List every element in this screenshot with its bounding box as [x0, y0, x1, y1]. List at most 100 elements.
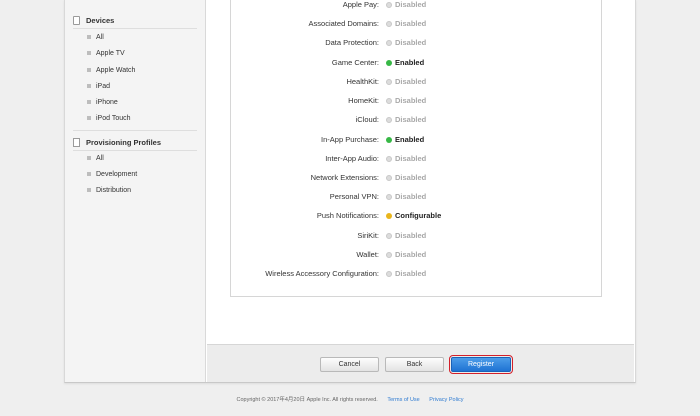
service-status: Disabled: [386, 250, 426, 259]
service-label: Data Protection:: [325, 38, 379, 47]
sidebar: Devices All Apple TV Apple Watch iPad iP…: [65, 0, 206, 382]
profiles-title: Provisioning Profiles: [86, 137, 162, 147]
service-row-data-protection: Data Protection: Disabled: [231, 38, 603, 50]
sidebar-item-label: iPod Touch: [96, 114, 131, 122]
service-label: Associated Domains:: [308, 19, 379, 28]
service-row-healthkit: HealthKit: Disabled: [231, 77, 603, 89]
service-status: Disabled: [386, 38, 426, 47]
service-row-sirikit: SiriKit: Disabled: [231, 231, 603, 243]
status-text: Disabled: [395, 154, 427, 163]
service-row-wireless-accessory-configuration: Wireless Accessory Configuration: Disabl…: [231, 269, 603, 281]
sidebar-item-label: All: [96, 33, 104, 41]
status-dot-icon: [386, 155, 392, 162]
status-text: Enabled: [395, 135, 425, 144]
service-label: Wallet:: [356, 250, 379, 259]
status-text: Disabled: [395, 38, 427, 47]
service-row-game-center: Game Center: Enabled: [231, 58, 603, 70]
sidebar-item-development[interactable]: Development: [87, 168, 137, 180]
bullet-icon: [87, 100, 91, 104]
service-status: Disabled: [386, 115, 426, 124]
sidebar-item-label: All: [96, 154, 104, 162]
privacy-policy-link[interactable]: Privacy Policy: [429, 397, 463, 403]
service-status: Enabled: [386, 58, 424, 67]
service-label: Network Extensions:: [310, 173, 379, 182]
service-status: Disabled: [386, 0, 426, 9]
service-row-in-app-purchase: In-App Purchase: Enabled: [231, 135, 603, 147]
status-dot-icon: [386, 212, 392, 219]
service-label: Inter-App Audio:: [325, 154, 379, 163]
status-text: Configurable: [395, 211, 442, 220]
cancel-button[interactable]: Cancel: [320, 357, 379, 372]
service-label: HealthKit:: [346, 77, 379, 86]
status-dot-icon: [386, 270, 392, 277]
sidebar-item-profiles-all[interactable]: All: [87, 152, 104, 164]
divider: [73, 28, 197, 29]
service-status: Disabled: [386, 154, 426, 163]
main-panel: Devices All Apple TV Apple Watch iPad iP…: [64, 0, 636, 383]
status-dot-icon: [386, 78, 392, 85]
service-label: Personal VPN:: [329, 192, 379, 201]
device-icon: [73, 15, 80, 25]
copyright-text: Copyright © 2017年4月20日 Apple Inc. All ri…: [236, 397, 378, 403]
service-label: Apple Pay:: [342, 0, 379, 9]
status-dot-icon: [386, 174, 392, 181]
service-row-wallet: Wallet: Disabled: [231, 250, 603, 262]
status-dot-icon: [386, 251, 392, 258]
status-dot-icon: [386, 59, 392, 66]
status-text: Disabled: [395, 173, 427, 182]
bullet-icon: [87, 188, 91, 192]
sidebar-item-devices-all[interactable]: All: [87, 31, 104, 43]
service-label: In-App Purchase:: [321, 135, 379, 144]
status-text: Disabled: [395, 0, 427, 9]
provisioning-profiles-section-header[interactable]: Provisioning Profiles: [73, 135, 161, 149]
sidebar-item-distribution[interactable]: Distribution: [87, 184, 131, 196]
service-status: Disabled: [386, 19, 426, 28]
bullet-icon: [87, 116, 91, 120]
service-label: SiriKit:: [357, 231, 379, 240]
sidebar-item-label: Distribution: [96, 186, 132, 194]
service-label: HomeKit:: [348, 96, 379, 105]
service-label: Wireless Accessory Configuration:: [265, 269, 379, 278]
bullet-icon: [87, 51, 91, 55]
status-text: Disabled: [395, 231, 427, 240]
service-row-homekit: HomeKit: Disabled: [231, 96, 603, 108]
service-row-push-notifications: Push Notifications: Configurable: [231, 211, 603, 223]
sidebar-item-iphone[interactable]: iPhone: [87, 96, 118, 108]
bullet-icon: [87, 68, 91, 72]
service-label: Game Center:: [331, 58, 379, 67]
status-dot-icon: [386, 193, 392, 200]
status-text: Disabled: [395, 19, 427, 28]
status-text: Disabled: [395, 77, 427, 86]
sidebar-item-label: Apple TV: [96, 49, 125, 57]
divider: [73, 130, 197, 131]
service-status: Enabled: [386, 135, 424, 144]
sidebar-item-label: iPhone: [96, 98, 118, 106]
sidebar-item-apple-tv[interactable]: Apple TV: [87, 47, 125, 59]
sidebar-item-label: iPad: [96, 82, 111, 90]
status-text: Disabled: [395, 250, 427, 259]
service-status: Disabled: [386, 269, 426, 278]
services-table: Apple Pay: Disabled Associated Domains: …: [230, 0, 602, 297]
service-label: Push Notifications:: [316, 211, 379, 220]
service-row-network-extensions: Network Extensions: Disabled: [231, 173, 603, 185]
sidebar-item-ipod-touch[interactable]: iPod Touch: [87, 112, 131, 124]
service-status: Disabled: [386, 231, 426, 240]
sidebar-item-ipad[interactable]: iPad: [87, 80, 110, 92]
service-status: Configurable: [386, 211, 441, 220]
terms-of-use-link[interactable]: Terms of Use: [387, 397, 419, 403]
status-dot-icon: [386, 20, 392, 27]
devices-section-header[interactable]: Devices: [73, 13, 114, 27]
sidebar-item-apple-watch[interactable]: Apple Watch: [87, 64, 135, 76]
status-text: Disabled: [395, 96, 427, 105]
status-dot-icon: [386, 116, 392, 123]
service-row-associated-domains: Associated Domains: Disabled: [231, 19, 603, 31]
status-dot-icon: [386, 39, 392, 46]
back-button[interactable]: Back: [385, 357, 444, 372]
bullet-icon: [87, 172, 91, 176]
register-button[interactable]: Register: [449, 355, 513, 374]
bullet-icon: [87, 84, 91, 88]
service-status: Disabled: [386, 96, 426, 105]
devices-title: Devices: [86, 15, 115, 25]
status-dot-icon: [386, 232, 392, 239]
main-content: Apple Pay: Disabled Associated Domains: …: [207, 0, 634, 344]
